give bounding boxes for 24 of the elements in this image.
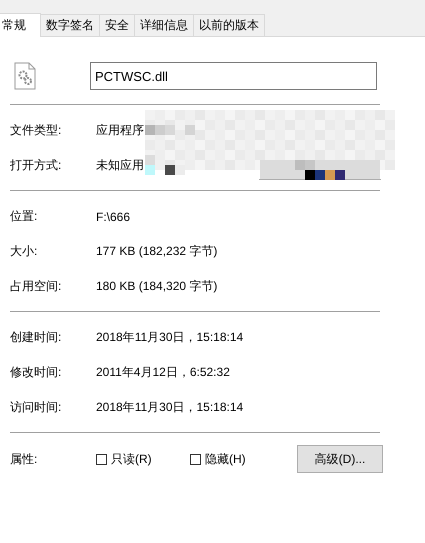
field-value: 2018年11月30日，15:18:14 (96, 329, 244, 346)
field-label: 属性: (9, 450, 38, 468)
field-label: 创建时间: (9, 329, 62, 346)
field-label: 大小: (9, 243, 38, 260)
field-value: 180 KB (184,320 字节) (96, 278, 218, 295)
field-label: 占用空间: (9, 278, 62, 295)
advanced-button[interactable]: 高级(D)... (297, 445, 383, 473)
field-value: 2011年4月12日，6:52:32 (96, 364, 230, 381)
field-value: 2018年11月30日，15:18:14 (96, 399, 244, 416)
field-value: 177 KB (182,232 字节) (96, 243, 218, 260)
field-label: 访问时间: (9, 399, 62, 416)
field-value: F:\666 (96, 210, 130, 224)
field-value: 未知应用 (96, 157, 144, 174)
checkbox[interactable]: 只读(R) (96, 450, 190, 468)
field-label: 文件类型: (9, 122, 62, 139)
field-label: 打开方式: (9, 157, 62, 174)
file-name-field[interactable]: PCTWSC.dll (90, 62, 377, 90)
field-label: 位置: (9, 208, 38, 225)
tab[interactable]: 以前的版本 (193, 14, 265, 36)
field-value: 应用程序 (96, 122, 144, 139)
settings-file-icon (14, 62, 36, 90)
checkbox[interactable]: 隐藏(H) (190, 450, 284, 468)
field-label: 修改时间: (9, 364, 62, 381)
tab[interactable]: 常规 (0, 13, 41, 37)
